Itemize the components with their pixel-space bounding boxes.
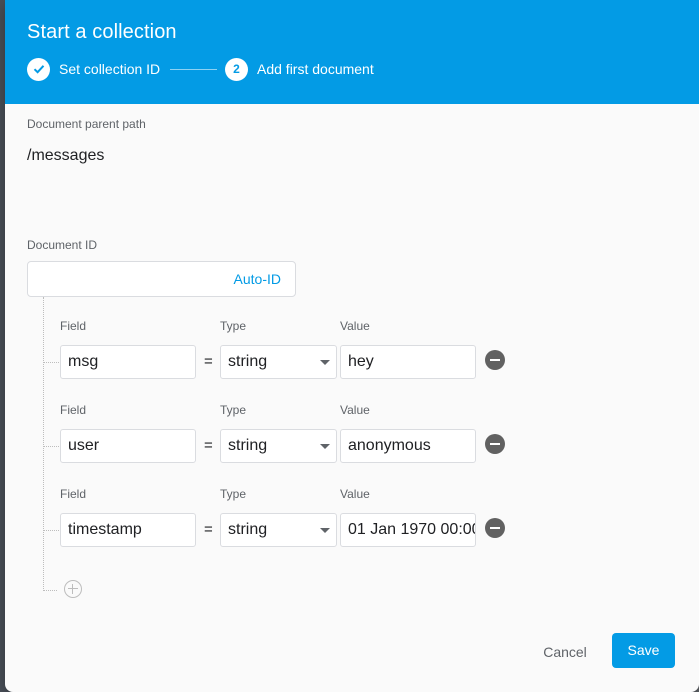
field-name-input[interactable]: msg: [60, 345, 196, 379]
auto-id-button[interactable]: Auto-ID: [234, 271, 281, 287]
document-id-input[interactable]: Auto-ID: [27, 261, 296, 297]
type-select[interactable]: string: [220, 513, 337, 547]
value-column-label: Value: [340, 487, 370, 501]
type-select-value: string: [228, 353, 268, 370]
value-column-label: Value: [340, 319, 370, 333]
add-circle-icon[interactable]: [64, 580, 82, 598]
field-column-label: Field: [60, 487, 87, 501]
parent-path-value: /messages: [27, 147, 105, 164]
dialog-title: Start a collection: [27, 21, 177, 43]
value-column-label: Value: [340, 403, 370, 417]
equals-sign: =: [204, 521, 213, 538]
equals-sign: =: [204, 437, 213, 454]
field-tree-branch: [43, 590, 57, 591]
field-column-label: Field: [60, 319, 87, 333]
type-select[interactable]: string: [220, 429, 337, 463]
remove-circle-icon[interactable]: [485, 434, 505, 454]
field-value-input[interactable]: anonymous: [340, 429, 476, 463]
chevron-down-icon: [320, 444, 330, 449]
type-column-label: Type: [220, 487, 247, 501]
type-column-label: Type: [220, 319, 247, 333]
equals-sign: =: [204, 353, 213, 370]
type-column-label: Type: [220, 403, 247, 417]
cancel-button[interactable]: Cancel: [531, 637, 599, 667]
type-select-value: string: [228, 521, 268, 538]
start-collection-dialog: Start a collection Set collection ID 2 A…: [5, 0, 699, 692]
remove-circle-icon[interactable]: [485, 350, 505, 370]
step-connector: [170, 69, 217, 70]
field-name-input[interactable]: user: [60, 429, 196, 463]
field-tree-branch: [43, 446, 61, 447]
dialog-header: Start a collection Set collection ID 2 A…: [5, 0, 699, 104]
remove-circle-icon[interactable]: [485, 518, 505, 538]
field-tree-line: [43, 297, 44, 591]
field-value-input[interactable]: hey: [340, 345, 476, 379]
type-select[interactable]: string: [220, 345, 337, 379]
field-column-label: Field: [60, 403, 87, 417]
step-number: 2: [233, 62, 240, 76]
step-indicator-current: 2: [225, 57, 248, 81]
step-set-collection-id: Set collection ID: [27, 57, 160, 81]
step-add-first-document: 2 Add first document: [225, 57, 374, 81]
field-name-input[interactable]: timestamp: [60, 513, 196, 547]
chevron-down-icon: [320, 360, 330, 365]
field-tree-branch: [43, 530, 61, 531]
step-label: Add first document: [257, 61, 374, 77]
parent-path-label: Document parent path: [27, 117, 146, 131]
check-icon: [33, 65, 44, 74]
field-value-input[interactable]: 01 Jan 1970 00:00: [340, 513, 476, 547]
chevron-down-icon: [320, 528, 330, 533]
field-tree-branch: [43, 362, 61, 363]
save-button[interactable]: Save: [612, 633, 675, 668]
document-id-label: Document ID: [27, 238, 98, 252]
type-select-value: string: [228, 437, 268, 454]
step-label: Set collection ID: [59, 61, 161, 77]
step-indicator-done: [27, 57, 50, 81]
